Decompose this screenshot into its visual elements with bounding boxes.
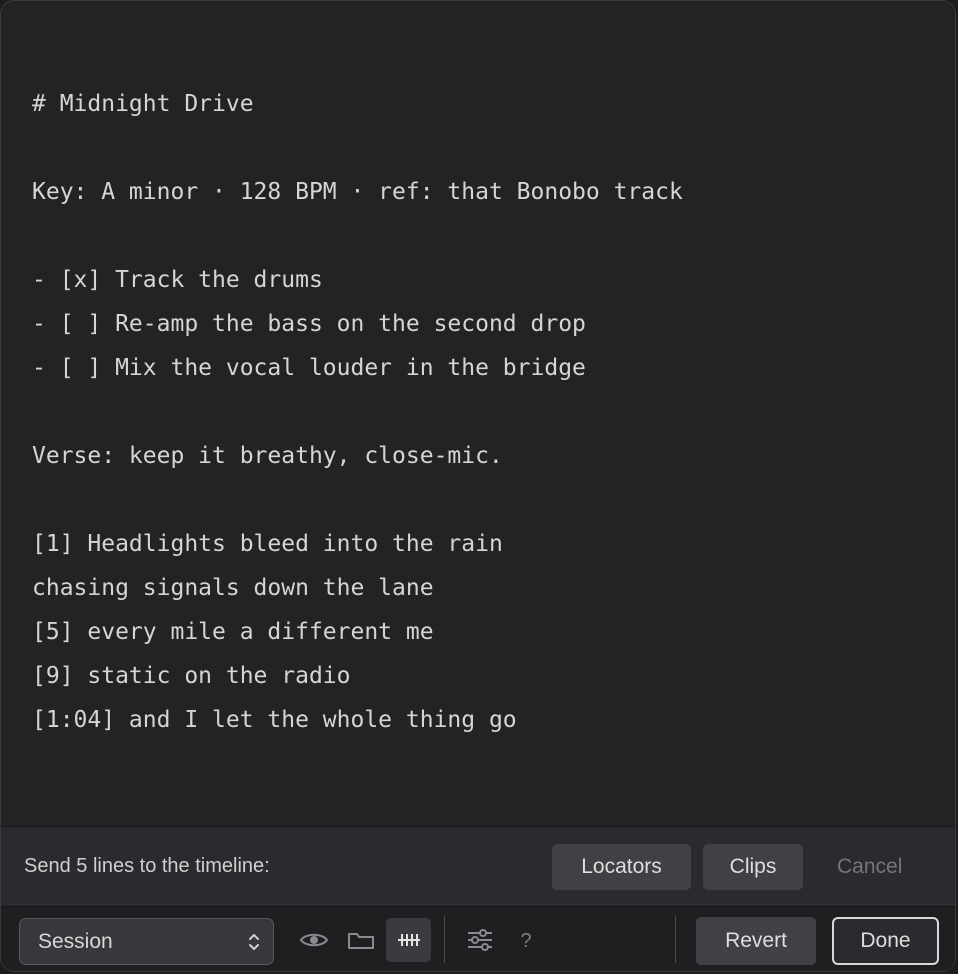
eye-icon[interactable]	[297, 925, 331, 955]
send-to-timeline-bar: Send 5 lines to the timeline: Locators C…	[1, 826, 955, 906]
editor-lines: # Midnight Drive Key: A minor · 128 BPM …	[32, 82, 683, 742]
editor-line: - [ ] Mix the vocal louder in the bridge	[32, 355, 586, 381]
editor-line: [5] every mile a different me	[32, 619, 434, 645]
sliders-icon[interactable]	[463, 925, 497, 955]
help-icon[interactable]: ?	[515, 927, 537, 955]
editor-line: Verse: keep it breathy, close-mic.	[32, 443, 503, 469]
clips-button[interactable]: Clips	[703, 844, 803, 890]
session-select-value: Session	[38, 930, 113, 953]
editor-line: [1:04] and I let the whole thing go	[32, 707, 517, 733]
text-editor[interactable]: # Midnight Drive Key: A minor · 128 BPM …	[1, 1, 955, 826]
editor-line: chasing signals down the lane	[32, 575, 434, 601]
revert-button[interactable]: Revert	[696, 917, 816, 965]
locators-button[interactable]: Locators	[552, 844, 691, 890]
editor-line: # Midnight Drive	[32, 91, 254, 117]
editor-line: - [x] Track the drums	[32, 267, 323, 293]
toolbar-divider	[444, 916, 445, 963]
cancel-button[interactable]: Cancel	[837, 855, 902, 879]
folder-icon[interactable]	[344, 925, 378, 955]
editor-line: [9] static on the radio	[32, 663, 351, 689]
editor-line: - [ ] Re-amp the bass on the second drop	[32, 311, 586, 337]
send-label: Send 5 lines to the timeline:	[24, 855, 270, 877]
session-select[interactable]: Session	[19, 918, 274, 965]
done-button[interactable]: Done	[832, 917, 939, 965]
editor-line: [1] Headlights bleed into the rain	[32, 531, 503, 557]
toolbar-divider	[675, 916, 676, 963]
bottom-toolbar: Session ? Revert Done	[1, 906, 955, 971]
grid-icon[interactable]	[386, 918, 431, 962]
editor-line: Key: A minor · 128 BPM · ref: that Bonob…	[32, 179, 683, 205]
chevron-updown-icon	[249, 934, 259, 950]
notes-window: # Midnight Drive Key: A minor · 128 BPM …	[0, 0, 956, 972]
